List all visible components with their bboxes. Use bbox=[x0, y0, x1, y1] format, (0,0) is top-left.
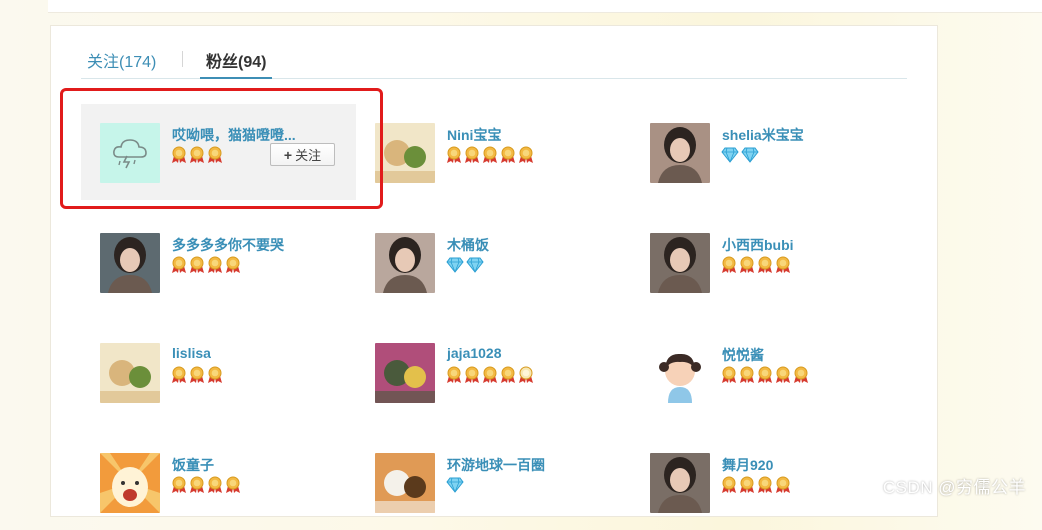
fan-badges bbox=[446, 256, 484, 274]
fan-avatar[interactable] bbox=[650, 343, 710, 403]
medal-badge-icon bbox=[189, 366, 205, 384]
fan-card: 木桶饭 bbox=[356, 214, 631, 310]
medal-badge-icon bbox=[171, 366, 187, 384]
fan-badges bbox=[721, 256, 791, 274]
medal-badge-icon bbox=[757, 476, 773, 494]
fan-card: shelia米宝宝 bbox=[631, 104, 906, 200]
medal-badge-icon bbox=[189, 256, 205, 274]
fan-badges bbox=[171, 476, 241, 494]
medal-badge-icon bbox=[775, 366, 791, 384]
medal-badge-icon bbox=[207, 256, 223, 274]
medal-badge-icon bbox=[482, 366, 498, 384]
fan-name-link[interactable]: 悦悦酱 bbox=[722, 345, 764, 365]
medal-badge-icon bbox=[225, 476, 241, 494]
medal-badge-icon bbox=[739, 256, 755, 274]
medal-badge-icon bbox=[518, 146, 534, 164]
tab-divider bbox=[182, 51, 183, 67]
fan-avatar[interactable] bbox=[375, 343, 435, 403]
fan-name-link[interactable]: 小西西bubi bbox=[722, 235, 794, 255]
medal-badge-icon bbox=[171, 256, 187, 274]
fan-name-link[interactable]: Nini宝宝 bbox=[447, 125, 501, 145]
fan-badges bbox=[721, 476, 791, 494]
medal-badge-icon bbox=[171, 476, 187, 494]
follow-fans-tabs: 关注(174) 粉丝(94) bbox=[81, 42, 907, 79]
medal-badge-icon bbox=[500, 366, 516, 384]
fan-card: 饭童子 bbox=[81, 434, 356, 530]
fan-badges bbox=[446, 146, 534, 164]
medal-badge-icon bbox=[518, 366, 534, 384]
medal-badge-icon bbox=[446, 146, 462, 164]
diamond-badge-icon bbox=[466, 256, 484, 274]
medal-badge-icon bbox=[464, 366, 480, 384]
medal-badge-icon bbox=[775, 256, 791, 274]
fan-card: 多多多多你不要哭 bbox=[81, 214, 356, 310]
fan-badges bbox=[446, 366, 534, 384]
fan-name-link[interactable]: shelia米宝宝 bbox=[722, 125, 804, 145]
fan-card: 环游地球一百圈 bbox=[356, 434, 631, 530]
diamond-badge-icon bbox=[741, 146, 759, 164]
medal-badge-icon bbox=[757, 256, 773, 274]
top-header-bar bbox=[48, 0, 1042, 13]
medal-badge-icon bbox=[739, 366, 755, 384]
fan-name-link[interactable]: 环游地球一百圈 bbox=[447, 455, 545, 475]
fan-avatar[interactable] bbox=[100, 343, 160, 403]
medal-badge-icon bbox=[721, 476, 737, 494]
fan-avatar[interactable] bbox=[375, 123, 435, 183]
fan-badges bbox=[446, 476, 464, 494]
medal-badge-icon bbox=[721, 366, 737, 384]
fan-badges bbox=[171, 366, 223, 384]
diamond-badge-icon bbox=[446, 256, 464, 274]
medal-badge-icon bbox=[207, 366, 223, 384]
fan-card: 舞月920 bbox=[631, 434, 906, 530]
fan-avatar[interactable] bbox=[375, 453, 435, 513]
tab-following[interactable]: 关注(174) bbox=[87, 48, 156, 72]
fan-avatar[interactable] bbox=[650, 123, 710, 183]
fan-card: jaja1028 bbox=[356, 324, 631, 420]
fan-card: lislisa bbox=[81, 324, 356, 420]
medal-badge-icon bbox=[757, 366, 773, 384]
fan-name-link[interactable]: jaja1028 bbox=[447, 345, 502, 361]
fan-name-link[interactable]: 木桶饭 bbox=[447, 235, 489, 255]
tab-fans[interactable]: 粉丝(94) bbox=[199, 48, 273, 79]
medal-badge-icon bbox=[482, 146, 498, 164]
medal-badge-icon bbox=[464, 146, 480, 164]
fan-badges bbox=[721, 146, 759, 164]
medal-badge-icon bbox=[446, 366, 462, 384]
medal-badge-icon bbox=[721, 256, 737, 274]
csdn-watermark: CSDN @穷儒公羊 bbox=[882, 478, 1026, 497]
fan-avatar[interactable] bbox=[100, 233, 160, 293]
medal-badge-icon bbox=[207, 476, 223, 494]
fan-avatar[interactable] bbox=[650, 453, 710, 513]
diamond-badge-icon bbox=[721, 146, 739, 164]
fan-name-link[interactable]: 舞月920 bbox=[722, 455, 773, 475]
medal-badge-icon bbox=[189, 476, 205, 494]
fan-card: Nini宝宝 bbox=[356, 104, 631, 200]
fan-name-link[interactable]: lislisa bbox=[172, 345, 211, 361]
fan-card: 小西西bubi bbox=[631, 214, 906, 310]
fan-avatar[interactable] bbox=[375, 233, 435, 293]
medal-badge-icon bbox=[225, 256, 241, 274]
fan-name-link[interactable]: 多多多多你不要哭 bbox=[172, 235, 284, 255]
fan-avatar[interactable] bbox=[100, 453, 160, 513]
medal-badge-icon bbox=[500, 146, 516, 164]
medal-badge-icon bbox=[775, 476, 791, 494]
annotation-highlight-box bbox=[60, 88, 383, 209]
fan-badges bbox=[721, 366, 809, 384]
diamond-badge-icon bbox=[446, 476, 464, 494]
fan-card: 悦悦酱 bbox=[631, 324, 906, 420]
fan-avatar[interactable] bbox=[650, 233, 710, 293]
medal-badge-icon bbox=[793, 366, 809, 384]
fan-name-link[interactable]: 饭童子 bbox=[172, 455, 214, 475]
fan-badges bbox=[171, 256, 241, 274]
medal-badge-icon bbox=[739, 476, 755, 494]
